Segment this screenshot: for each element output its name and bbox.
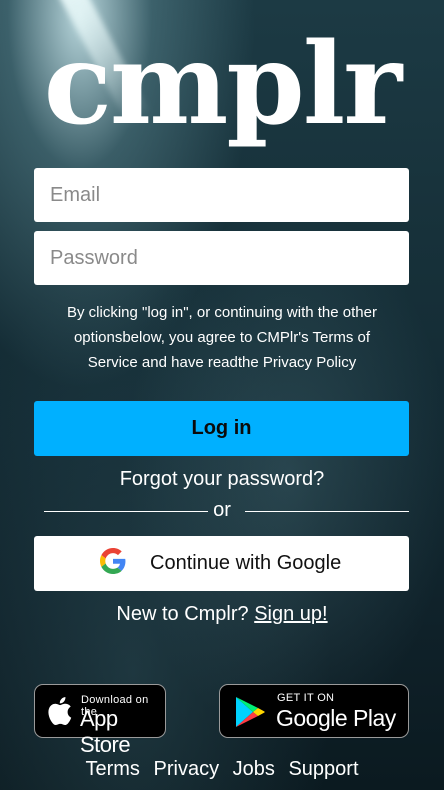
google-icon: [100, 548, 126, 574]
app-store-title: App Store: [80, 706, 131, 757]
apple-icon: [48, 697, 72, 726]
forgot-password-link[interactable]: Forgot your password?: [0, 468, 444, 491]
app-store-badge[interactable]: Download on the App Store: [34, 684, 166, 757]
continue-with-google-button[interactable]: Continue with Google: [34, 536, 409, 591]
login-page: cmplr By clicking "log in", or continuin…: [0, 0, 444, 790]
terms-disclaimer: By clicking "log in", or continuing with…: [67, 304, 377, 371]
signup-prompt-text: New to Cmplr?: [116, 603, 249, 625]
footer-links: Terms Privacy Jobs Support: [0, 758, 444, 781]
google-play-title: Google Play: [276, 705, 396, 731]
signup-prompt: New to Cmplr? Sign up!: [0, 603, 444, 626]
signup-link[interactable]: Sign up!: [254, 603, 327, 625]
footer-link-jobs[interactable]: Jobs: [233, 758, 275, 780]
google-play-icon: [236, 697, 265, 727]
google-button-label: Continue with Google: [150, 552, 342, 574]
footer-link-terms[interactable]: Terms: [85, 758, 139, 780]
google-play-caption: GET IT ON: [277, 692, 335, 704]
google-play-badge[interactable]: GET IT ON Google Play: [219, 684, 409, 738]
login-button[interactable]: Log in: [34, 401, 409, 456]
password-field[interactable]: [34, 231, 409, 285]
footer-link-privacy[interactable]: Privacy: [154, 758, 220, 780]
email-field[interactable]: [34, 168, 409, 222]
footer-link-support[interactable]: Support: [288, 758, 358, 780]
app-logo: cmplr: [43, 19, 403, 150]
divider-right: [245, 511, 409, 512]
